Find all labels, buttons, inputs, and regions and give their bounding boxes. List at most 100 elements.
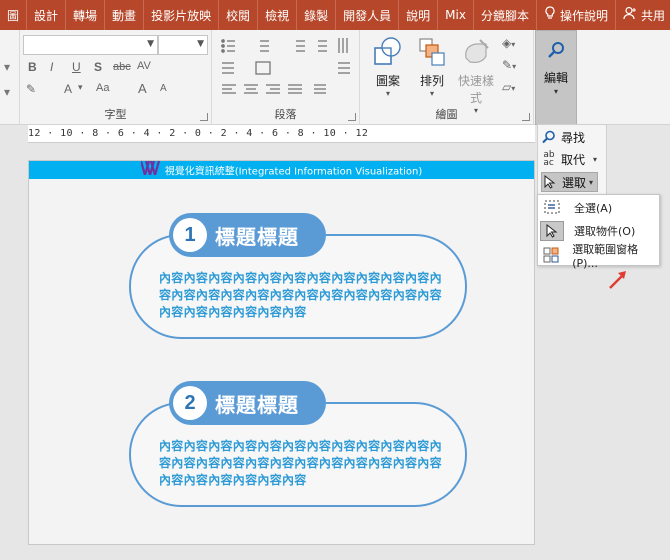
font-name-combo[interactable]: ▼ [23,35,158,55]
quick-styles-button[interactable]: 快速樣式 ▾ [454,36,498,115]
ruler-labels: 12 · 10 · 8 · 6 · 4 · 2 · 0 · 2 · 4 · 6 … [28,128,369,139]
person-icon [623,6,637,24]
select-all-item[interactable]: 全選(A) [540,197,657,219]
chevron-down-icon: ▾ [385,89,390,98]
editing-dropdown: 尋找 ab ac 取代 ▾ 選取 ▾ [537,124,607,196]
drawing-dialog-launcher[interactable] [522,113,530,121]
shapes-button[interactable]: 圖案 ▾ [368,36,408,98]
chevron-down-icon[interactable]: ▾ [78,82,83,93]
selection-pane-icon [540,245,562,265]
tab-animations[interactable]: 動畫 [105,0,145,30]
tab-developer[interactable]: 開發人員 [336,0,400,30]
quick-styles-icon [460,36,492,68]
tab-design[interactable]: 設計 [27,0,67,30]
select-all-icon [540,198,564,218]
lightbulb-icon [544,6,556,24]
ribbon-dropdown-arrow[interactable]: ▾ [4,60,10,74]
chevron-down-icon: ▼ [197,39,204,49]
paragraph-buttons-icon[interactable] [218,36,356,98]
card-body-text: 內容內容內容內容內容內容內容內容內容內容內容內容內容內容內容內容內容內容內容內容… [159,439,442,487]
annotation-arrow [609,271,626,289]
card-number-badge: 2 [173,386,207,420]
tab-transitions[interactable]: 轉場 [66,0,106,30]
card-title-pill-2[interactable]: 2 標題標題 [169,381,326,425]
char-spacing-button[interactable]: AV [137,60,151,72]
editing-label: 編輯 [543,71,568,85]
tab-label: 說明 [406,8,431,23]
chevron-down-icon: ▾ [593,154,598,164]
font-dialog-launcher[interactable] [200,113,208,121]
tab-mix[interactable]: Mix [438,0,474,30]
tab-review[interactable]: 校閱 [219,0,259,30]
font-size-combo[interactable]: ▼ [158,35,208,55]
tab-storyboard[interactable]: 分鏡腳本 [474,0,537,30]
clear-format-icon[interactable]: ✎ [26,82,36,96]
change-case-button[interactable]: Aa [96,82,109,94]
shrink-font-button[interactable]: A [160,83,167,94]
font-color-button[interactable]: A [64,82,72,96]
drawing-group-label: 繪圖 [435,108,458,121]
tab-label: 錄製 [304,8,329,23]
paragraph-group-label: 段落 [274,108,297,121]
slide-header-bar: 視覺化資訊統整(Integrated Information Visualiza… [29,160,534,180]
card-title: 標題標題 [215,392,299,417]
selection-pane-label: 選取範圍窗格(P)... [572,242,639,270]
shadow-button[interactable]: S [94,60,102,74]
tab-label: 檢視 [265,8,290,23]
tab-label: 分鏡腳本 [480,8,529,23]
clipboard-group-edge: ▾ ▾ [0,30,20,125]
tab-0[interactable]: 圖 [0,0,28,30]
replace-icon: ab ac [543,150,555,168]
arrange-label: 排列 [419,74,444,88]
find-button[interactable]: 尋找 [541,127,585,147]
select-objects-label: 選取物件(O) [574,225,636,238]
horizontal-ruler[interactable]: 12 · 10 · 8 · 6 · 4 · 2 · 0 · 2 · 4 · 6 … [28,125,535,143]
shape-effects-icon[interactable]: ▱▾ [502,80,515,94]
grow-font-button[interactable]: A [138,81,147,96]
ribbon-dropdown-arrow[interactable]: ▾ [4,85,10,99]
chevron-down-icon: ▾ [553,87,558,96]
chevron-down-icon: ▼ [147,39,154,49]
quick-styles-label: 快速樣式 [457,74,494,105]
font-group: ▼ ▼ B I U S abc AV ✎ A ▾ Aa A A 字型 [20,30,212,125]
tab-label: 動畫 [112,8,137,23]
chevron-down-icon: ▾ [589,177,594,187]
tab-label: 校閱 [226,8,251,23]
card-title: 標題標題 [215,224,299,249]
editing-group-button[interactable]: 編輯 ▾ [535,30,577,125]
replace-button[interactable]: ab ac 取代 ▾ [541,149,597,169]
share-button[interactable]: 共用 [616,0,670,30]
select-objects-item[interactable]: 選取物件(O) [540,220,657,242]
cursor-icon [542,174,558,190]
shapes-label: 圖案 [375,74,400,88]
arrange-icon [416,36,448,68]
slide-canvas[interactable]: 視覺化資訊統整(Integrated Information Visualiza… [28,160,535,545]
italic-button[interactable]: I [50,60,53,74]
tab-label: Mix [445,8,466,22]
shape-outline-icon[interactable]: ✎▾ [502,58,516,72]
tab-label: 轉場 [73,8,98,23]
tab-label: 圖 [7,8,20,23]
arrange-button[interactable]: 排列 ▾ [412,36,452,98]
ribbon-tabs: 圖 設計 轉場 動畫 投影片放映 校閱 檢視 錄製 開發人員 說明 Mix 分鏡… [0,0,670,30]
find-label: 尋找 [561,130,586,145]
cursor-icon [540,221,564,241]
tell-me-label: 操作說明 [559,8,608,23]
select-button[interactable]: 選取 ▾ [541,172,599,192]
tab-view[interactable]: 檢視 [258,0,298,30]
paragraph-dialog-launcher[interactable] [348,113,356,121]
tab-record[interactable]: 錄製 [297,0,337,30]
tab-help[interactable]: 說明 [399,0,439,30]
tell-me-box[interactable]: 操作說明 [537,0,616,30]
underline-button[interactable]: U [72,60,81,74]
tab-slideshow[interactable]: 投影片放映 [144,0,220,30]
card-title-pill-1[interactable]: 1 標題標題 [169,213,326,257]
selection-pane-item[interactable]: 選取範圍窗格(P)... [540,243,657,270]
chevron-down-icon: ▾ [429,89,434,98]
strikethrough-button[interactable]: abc [113,61,131,73]
shape-fill-icon[interactable]: ◈▾ [502,36,515,50]
bold-button[interactable]: B [28,60,37,74]
tab-label: 開發人員 [343,8,392,23]
paragraph-group: 段落 [212,30,360,125]
tab-label: 設計 [34,8,59,23]
